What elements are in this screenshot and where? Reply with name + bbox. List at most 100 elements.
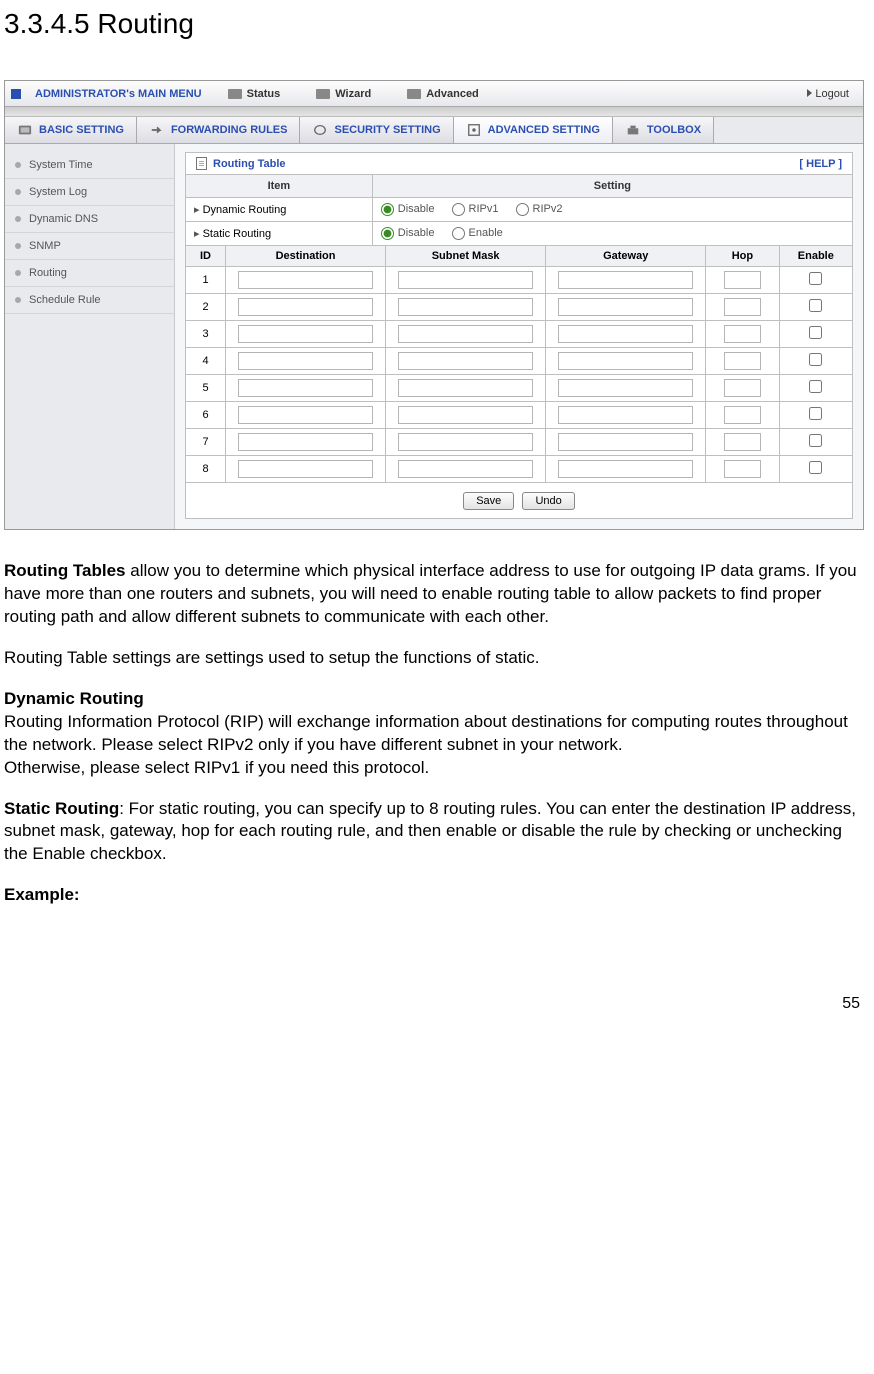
toolbox-icon: [625, 123, 641, 137]
radio-dyn-ripv2[interactable]: RIPv2: [516, 203, 563, 215]
top-item-status[interactable]: Status: [210, 88, 299, 100]
cell-id: 7: [186, 429, 226, 456]
logout-link[interactable]: Logout: [793, 88, 863, 100]
subnet-input[interactable]: [398, 406, 533, 424]
subnet-input[interactable]: [398, 298, 533, 316]
top-item-advanced[interactable]: Advanced: [389, 88, 497, 100]
label-static-routing: Static Routing: [186, 222, 373, 246]
cell-id: 8: [186, 456, 226, 483]
gateway-input[interactable]: [558, 379, 693, 397]
cell-id: 1: [186, 267, 226, 294]
gateway-input[interactable]: [558, 433, 693, 451]
radio-stat-disable[interactable]: Disable: [381, 227, 435, 239]
top-item-wizard[interactable]: Wizard: [298, 88, 389, 100]
tab-security-setting[interactable]: SECURITY SETTING: [300, 117, 453, 143]
routes-table: ID Destination Subnet Mask Gateway Hop E…: [185, 245, 853, 483]
subnet-input[interactable]: [398, 325, 533, 343]
radio-stat-enable[interactable]: Enable: [452, 227, 503, 239]
header-setting: Setting: [372, 175, 852, 198]
sidebar-item-system-log[interactable]: System Log: [5, 179, 174, 206]
main-panel: Routing Table [ HELP ] Item Setting Dyna…: [175, 144, 863, 529]
tab-toolbox[interactable]: TOOLBOX: [613, 117, 714, 143]
radio-dyn-ripv1[interactable]: RIPv1: [452, 203, 499, 215]
gateway-input[interactable]: [558, 460, 693, 478]
table-row: 5: [186, 375, 853, 402]
gateway-input[interactable]: [558, 271, 693, 289]
enable-checkbox[interactable]: [809, 326, 822, 339]
hop-input[interactable]: [724, 433, 760, 451]
sidebar-item-routing[interactable]: Routing: [5, 260, 174, 287]
tab-bar: BASIC SETTING FORWARDING RULES SECURITY …: [5, 117, 863, 144]
table-row: 2: [186, 294, 853, 321]
router-admin-screenshot: ADMINISTRATOR's MAIN MENU Status Wizard …: [4, 80, 864, 530]
enable-checkbox[interactable]: [809, 461, 822, 474]
app-icon: [5, 89, 27, 99]
document-icon: [196, 157, 207, 170]
hop-input[interactable]: [724, 379, 760, 397]
destination-input[interactable]: [238, 298, 373, 316]
destination-input[interactable]: [238, 379, 373, 397]
hop-input[interactable]: [724, 460, 760, 478]
save-button[interactable]: Save: [463, 492, 514, 510]
hop-input[interactable]: [724, 325, 760, 343]
paragraph-settings-intro: Routing Table settings are settings used…: [4, 647, 862, 670]
bullet-icon: [15, 216, 21, 222]
sidebar-item-system-time[interactable]: System Time: [5, 152, 174, 179]
hop-input[interactable]: [724, 298, 760, 316]
enable-checkbox[interactable]: [809, 272, 822, 285]
enable-checkbox[interactable]: [809, 434, 822, 447]
security-icon: [312, 123, 328, 137]
enable-checkbox[interactable]: [809, 380, 822, 393]
destination-input[interactable]: [238, 325, 373, 343]
row-dynamic-routing: Dynamic Routing Disable RIPv1 RIPv2: [186, 198, 853, 222]
subnet-input[interactable]: [398, 271, 533, 289]
bullet-icon: [15, 189, 21, 195]
hop-input[interactable]: [724, 352, 760, 370]
subnet-input[interactable]: [398, 352, 533, 370]
destination-input[interactable]: [238, 271, 373, 289]
enable-checkbox[interactable]: [809, 407, 822, 420]
tab-forwarding-rules[interactable]: FORWARDING RULES: [137, 117, 301, 143]
main-menu-bar: ADMINISTRATOR's MAIN MENU Status Wizard …: [5, 81, 863, 107]
th-hop: Hop: [706, 246, 779, 267]
th-destination: Destination: [226, 246, 386, 267]
hop-input[interactable]: [724, 406, 760, 424]
paragraph-example: Example:: [4, 884, 862, 907]
gateway-input[interactable]: [558, 352, 693, 370]
sidebar-item-snmp[interactable]: SNMP: [5, 233, 174, 260]
help-link[interactable]: [ HELP ]: [799, 158, 842, 170]
radio-dyn-disable[interactable]: Disable: [381, 203, 435, 215]
bullet-icon: [15, 270, 21, 276]
table-row: 1: [186, 267, 853, 294]
destination-input[interactable]: [238, 433, 373, 451]
enable-checkbox[interactable]: [809, 353, 822, 366]
tab-basic-setting[interactable]: BASIC SETTING: [5, 117, 137, 143]
th-subnet: Subnet Mask: [386, 246, 546, 267]
label-dynamic-routing: Dynamic Routing: [186, 198, 373, 222]
gateway-input[interactable]: [558, 298, 693, 316]
destination-input[interactable]: [238, 352, 373, 370]
undo-button[interactable]: Undo: [522, 492, 574, 510]
button-row: Save Undo: [185, 483, 853, 519]
destination-input[interactable]: [238, 406, 373, 424]
destination-input[interactable]: [238, 460, 373, 478]
status-icon: [228, 89, 242, 99]
table-row: 4: [186, 348, 853, 375]
table-row: 6: [186, 402, 853, 429]
gateway-input[interactable]: [558, 406, 693, 424]
subnet-input[interactable]: [398, 460, 533, 478]
bullet-icon: [15, 162, 21, 168]
sidebar-item-schedule-rule[interactable]: Schedule Rule: [5, 287, 174, 314]
tab-advanced-setting[interactable]: ADVANCED SETTING: [454, 117, 613, 143]
page-number: 55: [4, 925, 866, 1021]
hop-input[interactable]: [724, 271, 760, 289]
subnet-input[interactable]: [398, 433, 533, 451]
cell-id: 2: [186, 294, 226, 321]
subnet-input[interactable]: [398, 379, 533, 397]
main-menu-title: ADMINISTRATOR's MAIN MENU: [27, 88, 210, 100]
gateway-input[interactable]: [558, 325, 693, 343]
panel-title-row: Routing Table [ HELP ]: [185, 152, 853, 175]
sidebar-item-dynamic-dns[interactable]: Dynamic DNS: [5, 206, 174, 233]
enable-checkbox[interactable]: [809, 299, 822, 312]
document-body: Routing Tables allow you to determine wh…: [4, 530, 866, 907]
